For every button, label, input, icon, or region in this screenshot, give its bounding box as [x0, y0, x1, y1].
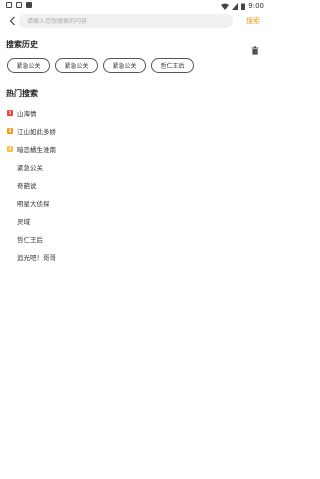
hot-search-label: 山海情: [17, 110, 37, 118]
trash-icon: [251, 46, 259, 55]
hot-search-item[interactable]: 2 江山如此多娇: [7, 122, 257, 140]
clock: 9:00: [248, 2, 264, 10]
hot-search-label: 奇葩说: [17, 182, 37, 190]
hot-search-item[interactable]: 紧急公关: [7, 158, 257, 176]
clear-history-button[interactable]: [251, 40, 259, 55]
hot-search-title: 热门搜索: [6, 89, 38, 98]
history-chips: 紧急公关 紧急公关 紧急公关 哲仁王后: [7, 58, 199, 73]
hot-search-label: 追光吧！哥哥: [17, 254, 56, 262]
hot-search-label: 江山如此多娇: [17, 128, 56, 136]
history-chip[interactable]: 紧急公关: [7, 58, 50, 73]
rank-badge: 1: [7, 110, 13, 116]
image-icon: [16, 2, 22, 8]
search-bar: 搜索: [0, 12, 270, 30]
hot-search-label: 暗恋橘生淮南: [17, 146, 56, 154]
hot-search-item[interactable]: 1 山海情: [7, 104, 257, 122]
battery-icon: [241, 3, 246, 10]
signal-icon: [232, 2, 239, 10]
download-icon: [26, 2, 32, 8]
hot-search-label: 灵域: [17, 218, 30, 226]
hot-search-label: 明星大侦探: [17, 200, 50, 208]
hot-search-label: 紧急公关: [17, 164, 43, 172]
hot-search-item[interactable]: 追光吧！哥哥: [7, 248, 257, 266]
hot-search-item[interactable]: 明星大侦探: [7, 194, 257, 212]
search-box[interactable]: [19, 14, 233, 28]
status-bar: 9:00: [0, 0, 270, 12]
rank-badge: 2: [7, 128, 13, 134]
hot-search-item[interactable]: 哲仁王后: [7, 230, 257, 248]
chevron-left-icon: [9, 16, 15, 26]
search-input[interactable]: [27, 17, 233, 25]
notification-icon: [6, 2, 12, 8]
search-button[interactable]: 搜索: [246, 16, 260, 26]
rank-badge: 3: [7, 146, 13, 152]
hot-search-label: 哲仁王后: [17, 236, 43, 244]
hot-search-item[interactable]: 灵域: [7, 212, 257, 230]
history-chip[interactable]: 哲仁王后: [151, 58, 194, 73]
hot-search-item[interactable]: 3 暗恋橘生淮南: [7, 140, 257, 158]
history-chip[interactable]: 紧急公关: [103, 58, 146, 73]
hot-search-item[interactable]: 奇葩说: [7, 176, 257, 194]
history-chip[interactable]: 紧急公关: [55, 58, 98, 73]
system-icons: 9:00: [221, 0, 264, 12]
notification-icons: [6, 2, 32, 8]
back-button[interactable]: [6, 14, 20, 28]
hot-search-list: 1 山海情 2 江山如此多娇 3 暗恋橘生淮南 紧急公关 奇葩说 明星大侦探 灵…: [7, 104, 257, 266]
wifi-icon: [221, 3, 230, 10]
history-title: 搜索历史: [6, 40, 38, 49]
